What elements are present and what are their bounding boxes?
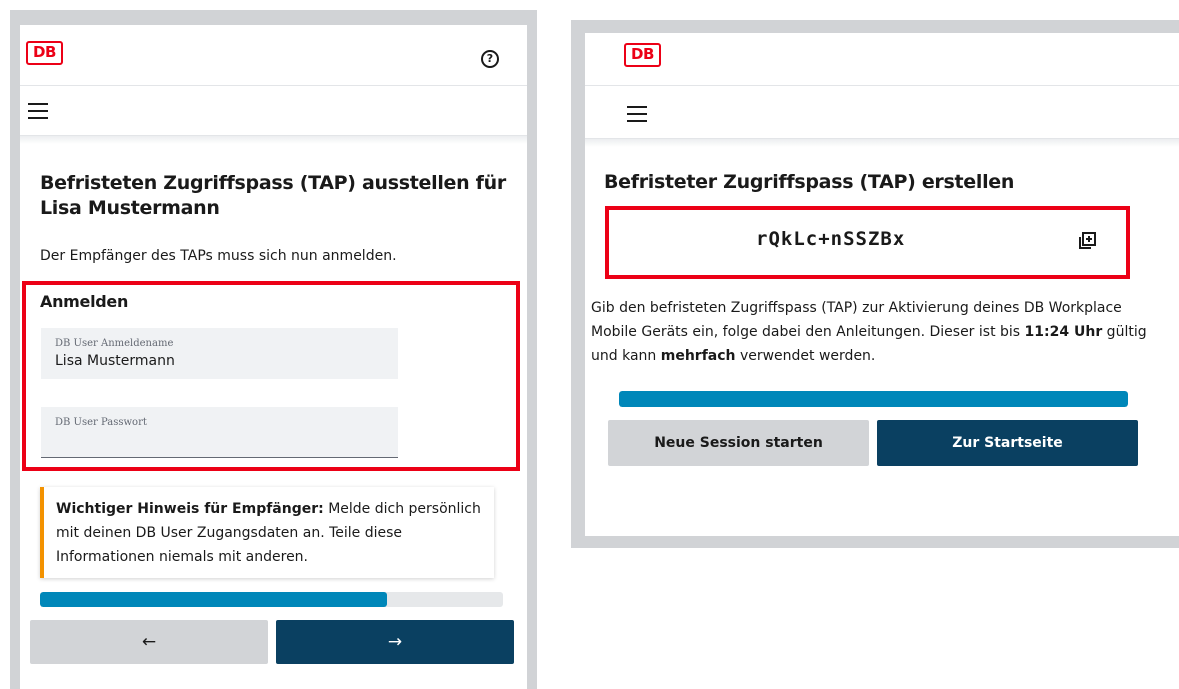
- desc-time: 11:24 Uhr: [1024, 324, 1103, 340]
- question-circle-icon[interactable]: ?: [481, 50, 499, 68]
- hamburger-menu-icon-right[interactable]: [627, 106, 647, 122]
- right-menu-bar: [585, 86, 1179, 139]
- next-button[interactable]: →: [276, 620, 514, 664]
- progress-fill-right: [619, 391, 1128, 407]
- right-page-title: Befristeter Zugriffspass (TAP) erstellen: [604, 171, 1015, 193]
- arrow-right-icon: →: [387, 632, 403, 652]
- tap-code-highlight-box: [605, 206, 1130, 279]
- header-shadow: [20, 136, 527, 144]
- recipient-hint-box: Wichtiger Hinweis für Empfänger: Melde d…: [40, 487, 494, 578]
- left-top-bar: DB ?: [20, 25, 527, 86]
- hamburger-menu-icon[interactable]: [28, 103, 48, 119]
- desc-multi: mehrfach: [660, 348, 736, 364]
- login-highlight-box: [22, 281, 520, 471]
- desc-part3: verwendet werden.: [735, 348, 876, 364]
- db-logo-right[interactable]: DB: [624, 43, 661, 67]
- left-menu-bar: [20, 86, 527, 136]
- right-screen: DB Befristeter Zugriffspass (TAP) erstel…: [585, 33, 1179, 536]
- progress-bar-right: [619, 391, 1128, 407]
- info-text: Der Empfänger des TAPs muss sich nun anm…: [40, 248, 397, 264]
- page-title: Befristeten Zugriffspass (TAP) ausstelle…: [40, 172, 506, 219]
- tap-description: Gib den befristeten Zugriffspass (TAP) z…: [591, 296, 1161, 368]
- header-shadow-right: [585, 139, 1179, 147]
- db-logo[interactable]: DB: [26, 41, 63, 65]
- progress-fill: [40, 592, 388, 607]
- arrow-left-icon: ←: [141, 632, 157, 652]
- home-button[interactable]: Zur Startseite: [877, 420, 1138, 466]
- new-session-button[interactable]: Neue Session starten: [608, 420, 869, 466]
- hint-strong: Wichtiger Hinweis für Empfänger:: [56, 501, 324, 517]
- progress-bar: [40, 592, 503, 607]
- right-top-bar: DB: [585, 33, 1179, 86]
- back-button[interactable]: ←: [30, 620, 268, 664]
